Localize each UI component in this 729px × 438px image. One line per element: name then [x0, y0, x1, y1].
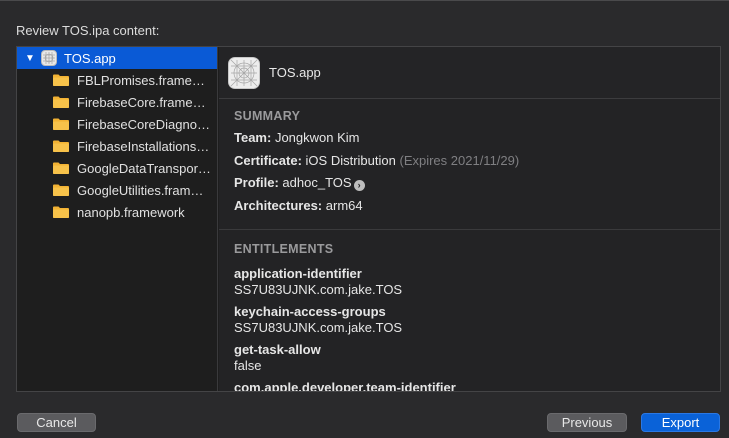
team-row: Team: Jongkwon Kim	[234, 127, 720, 150]
entitlement-key: com.apple.developer.team-identifier	[234, 380, 456, 392]
entitlement-value: SS7U83UJNK.com.jake.TOS	[234, 282, 403, 297]
team-value: Jongkwon Kim	[274, 130, 360, 145]
dialog-title: Review TOS.ipa content:	[16, 23, 160, 38]
profile-value: adhoc_TOS	[282, 175, 352, 190]
tree-item[interactable]: FBLPromises.frame…	[17, 69, 217, 91]
certificate-value: iOS Distribution	[305, 152, 396, 168]
entitlements-section: ENTITLEMENTS application-identifier SS7U8…	[219, 242, 720, 392]
folder-icon	[52, 183, 70, 197]
tree-item-label: FirebaseCoreDiagno…	[77, 116, 210, 132]
architectures-row: Architectures: arm64	[234, 195, 720, 218]
tree-item[interactable]: GoogleDataTranspor…	[17, 157, 217, 179]
profile-label: Profile:	[234, 175, 279, 190]
tree-item[interactable]: FirebaseInstallations…	[17, 135, 217, 157]
tree-item-label: GoogleDataTranspor…	[77, 160, 211, 176]
disclosure-triangle-icon[interactable]: ▼	[25, 53, 37, 64]
folder-icon	[52, 73, 70, 87]
architectures-label: Architectures:	[234, 197, 323, 213]
tree-item[interactable]: FirebaseCore.frame…	[17, 91, 217, 113]
entitlements-heading: ENTITLEMENTS	[234, 242, 334, 256]
entitlement-item: keychain-access-groups SS7U83UJNK.com.jak…	[234, 304, 720, 336]
content-browser: ▼ TOS.app FBLPromises.frame… FirebaseCore…	[16, 46, 721, 392]
tree-item-label: FBLPromises.frame…	[77, 72, 205, 88]
export-button[interactable]: Export	[641, 413, 720, 432]
entitlement-key: application-identifier	[234, 266, 362, 281]
entitlement-item: application-identifier SS7U83UJNK.com.jak…	[234, 266, 720, 298]
entitlement-key: get-task-allow	[234, 342, 321, 357]
tree-item[interactable]: FirebaseCoreDiagno…	[17, 113, 217, 135]
file-tree[interactable]: ▼ TOS.app FBLPromises.frame… FirebaseCore…	[17, 47, 218, 391]
certificate-row: Certificate: iOS Distribution (Expires 2…	[234, 150, 720, 173]
folder-icon	[52, 117, 70, 131]
tree-item-label: FirebaseInstallations…	[77, 138, 210, 154]
architectures-value: arm64	[325, 197, 363, 213]
certificate-expiry: (Expires 2021/11/29)	[399, 152, 520, 168]
tree-item-label: TOS.app	[64, 50, 116, 66]
entitlement-item: get-task-allow false	[234, 342, 720, 374]
tree-item-label: FirebaseCore.frame…	[77, 94, 206, 110]
entitlement-item: com.apple.developer.team-identifier	[234, 380, 720, 392]
folder-icon	[52, 161, 70, 175]
section-divider	[219, 229, 720, 230]
profile-row: Profile: adhoc_TOS ›	[234, 172, 720, 195]
folder-icon	[52, 139, 70, 153]
folder-icon	[52, 95, 70, 109]
tree-item-label: GoogleUtilities.fram…	[77, 182, 204, 198]
app-icon	[228, 56, 260, 89]
detail-pane: TOS.app SUMMARY Team: Jongkwon Kim Certi…	[219, 47, 720, 392]
entitlement-value: SS7U83UJNK.com.jake.TOS	[234, 320, 403, 335]
tree-item-tos-app[interactable]: ▼ TOS.app	[17, 47, 217, 69]
folder-icon	[52, 205, 70, 219]
tree-item-label: nanopb.framework	[77, 204, 185, 220]
cancel-button[interactable]: Cancel	[17, 413, 96, 432]
entitlement-value: false	[234, 358, 262, 373]
detail-title: TOS.app	[269, 65, 321, 80]
entitlement-key: keychain-access-groups	[234, 304, 386, 319]
app-icon	[41, 50, 57, 66]
reveal-arrow-icon[interactable]: ›	[353, 180, 365, 191]
summary-heading: SUMMARY	[234, 109, 301, 123]
detail-header: TOS.app	[219, 47, 720, 99]
tree-item[interactable]: nanopb.framework	[17, 201, 217, 223]
summary-section: SUMMARY Team: Jongkwon Kim Certificate: …	[219, 109, 720, 218]
tree-item[interactable]: GoogleUtilities.fram…	[17, 179, 217, 201]
previous-button[interactable]: Previous	[547, 413, 627, 432]
team-label: Team:	[234, 130, 272, 145]
certificate-label: Certificate:	[234, 152, 302, 168]
